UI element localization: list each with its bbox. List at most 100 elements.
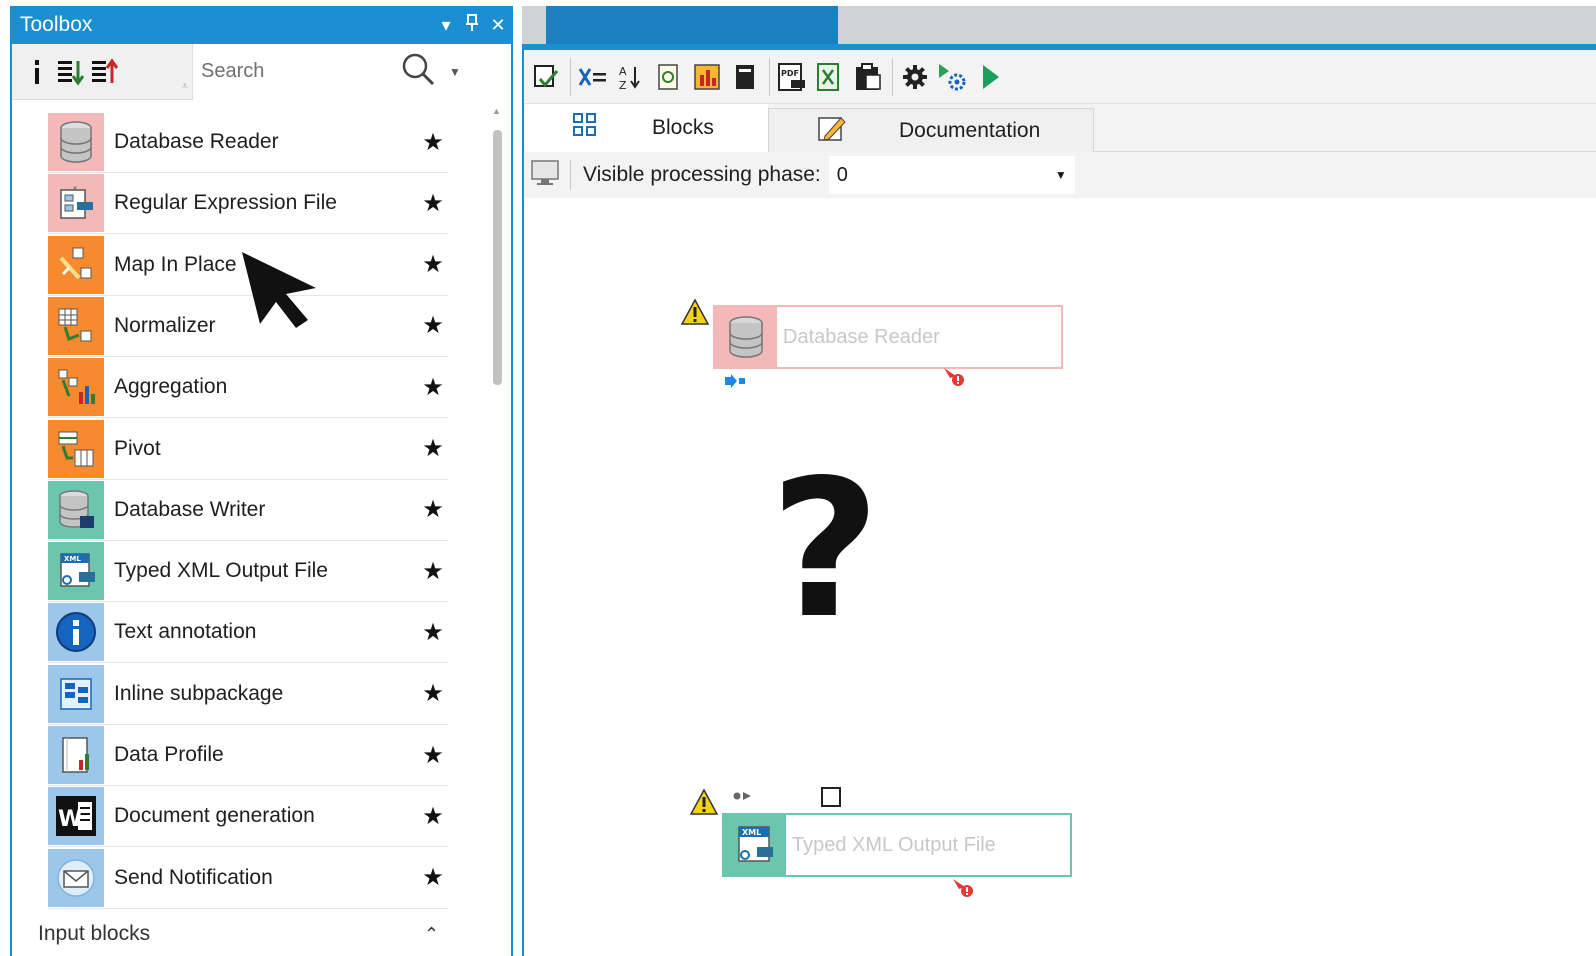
connection-input-icon[interactable]: [733, 790, 755, 802]
pencil-note-icon: [817, 114, 847, 148]
favorite-star-icon[interactable]: ★: [418, 128, 448, 157]
info-i-icon: [35, 59, 39, 84]
tab-blocks[interactable]: Blocks: [524, 104, 768, 152]
phase-select[interactable]: 0 ▼: [828, 156, 1075, 194]
toolbox-item-label: Database Writer: [114, 497, 266, 521]
phase-separator: [570, 160, 571, 190]
dropdown-arrow-icon[interactable]: ▼: [1055, 168, 1067, 182]
tab-blocks-label: Blocks: [652, 116, 714, 139]
database-reader-icon: [48, 113, 104, 171]
document-tab-strip: [522, 6, 1596, 48]
settings-button[interactable]: [899, 59, 931, 95]
favorite-star-icon[interactable]: ★: [418, 189, 448, 218]
search-options-dropdown[interactable]: ▼: [449, 65, 461, 79]
favorite-star-icon[interactable]: ★: [418, 618, 448, 647]
toolbox-item-label: Aggregation: [114, 375, 228, 399]
gear-icon: [903, 64, 927, 89]
toolbox-item-label: Regular Expression File: [114, 191, 337, 215]
favorite-star-icon[interactable]: ★: [418, 495, 448, 524]
scrollbar-thumb[interactable]: [493, 130, 502, 385]
error-output-port-icon[interactable]: [951, 877, 975, 899]
toolbox-item[interactable]: Text annotation ★: [48, 602, 448, 664]
tab-documentation[interactable]: Documentation: [768, 108, 1094, 152]
report-button[interactable]: [691, 59, 723, 95]
sort-up-icon: [92, 57, 119, 83]
search-icon[interactable]: [401, 52, 435, 91]
warning-icon[interactable]: [689, 788, 719, 816]
input-port-icon[interactable]: [724, 374, 746, 388]
favorite-star-icon[interactable]: ★: [418, 434, 448, 463]
svg-text:A: A: [619, 65, 627, 78]
regex-file-icon: *: [48, 174, 104, 233]
notebook-icon: [736, 64, 754, 89]
toolbox-item[interactable]: Database Writer ★: [48, 480, 448, 541]
canvas-block-database-reader[interactable]: Database Reader: [713, 305, 1063, 369]
toolbox-scrollbar[interactable]: ▲: [490, 106, 504, 956]
properties-button[interactable]: [653, 59, 685, 95]
toolbox-item[interactable]: Inline subpackage ★: [48, 664, 448, 725]
panel-menu-icon[interactable]: ▾: [433, 15, 459, 36]
tab-documentation-label: Documentation: [899, 118, 1041, 142]
info-button[interactable]: [20, 52, 54, 92]
validate-button[interactable]: [530, 59, 562, 95]
scroll-up-arrow-icon[interactable]: ▲: [492, 106, 501, 116]
favorite-star-icon[interactable]: ★: [418, 373, 448, 402]
toolbox-item[interactable]: Database Reader ★: [48, 112, 448, 173]
favorite-star-icon[interactable]: ★: [418, 802, 448, 831]
sort-ascending-button[interactable]: [88, 52, 122, 92]
favorite-star-icon[interactable]: ★: [418, 679, 448, 708]
toolbox-item[interactable]: Send Notification ★: [48, 848, 448, 909]
toolbox-title: Toolbox: [20, 13, 93, 36]
aggregation-icon: [48, 358, 104, 417]
run-with-settings-button[interactable]: [937, 59, 969, 95]
pivot-icon: [48, 419, 104, 478]
toolbox-item[interactable]: W Document generation ★: [48, 786, 448, 848]
toolbox-item[interactable]: Data Profile ★: [48, 725, 448, 786]
active-document-tab[interactable]: [546, 6, 838, 48]
sort-descending-button[interactable]: [54, 52, 88, 92]
close-icon[interactable]: ✕: [485, 15, 511, 36]
collapse-chevron-icon[interactable]: ⌃: [424, 924, 439, 945]
search-input[interactable]: [201, 60, 391, 83]
block-label: Typed XML Output File: [792, 833, 996, 856]
favorite-star-icon[interactable]: ★: [418, 557, 448, 586]
map-in-place-icon: [48, 235, 104, 294]
run-button[interactable]: [975, 59, 1007, 95]
monitor-icon: [530, 159, 560, 192]
bar-report-icon: [694, 63, 720, 90]
favorite-star-icon[interactable]: ★: [418, 250, 448, 279]
variables-x-icon: [578, 67, 606, 86]
paste-button[interactable]: [852, 59, 884, 95]
mouse-pointer-icon: [242, 252, 316, 328]
notes-button[interactable]: [729, 59, 761, 95]
phase-label: Visible processing phase:: [583, 163, 821, 186]
data-profile-icon: [48, 726, 104, 784]
variables-button[interactable]: [577, 59, 609, 95]
toolbox-panel: Toolbox ▾ ✕ ⩡ ▼ Database Reader ★ * Regular…: [10, 6, 513, 956]
sort-blocks-button[interactable]: AZ: [615, 59, 647, 95]
toolbox-item[interactable]: * Regular Expression File ★: [48, 173, 448, 235]
word-document-icon: W: [48, 787, 104, 846]
toolbox-item[interactable]: XML Typed XML Output File ★: [48, 541, 448, 603]
error-output-port-icon[interactable]: [942, 366, 966, 388]
phase-bar: Visible processing phase: 0 ▼: [524, 152, 1596, 198]
toolbox-item[interactable]: Pivot ★: [48, 419, 448, 480]
checkbox-icon[interactable]: [820, 786, 842, 808]
question-mark-overlay: ?: [770, 439, 881, 660]
info-icon: [48, 603, 104, 662]
group-header-input-blocks[interactable]: Input blocks: [38, 922, 150, 946]
warning-icon[interactable]: [680, 298, 710, 326]
favorite-star-icon[interactable]: ★: [418, 863, 448, 892]
favorite-star-icon[interactable]: ★: [418, 311, 448, 340]
toolbar-separator: [570, 57, 571, 96]
toolbox-item[interactable]: Aggregation ★: [48, 357, 448, 419]
play-icon: [983, 64, 999, 89]
toolbox-title-bar: Toolbox ▾ ✕: [12, 6, 511, 44]
pin-icon[interactable]: [459, 13, 485, 37]
favorite-star-icon[interactable]: ★: [418, 741, 448, 770]
pdf-icon: PDF: [778, 62, 805, 91]
export-excel-button[interactable]: [814, 59, 846, 95]
xml-output-icon: XML: [48, 542, 104, 601]
canvas-block-typed-xml-output-file[interactable]: XML Typed XML Output File: [722, 813, 1072, 877]
export-pdf-button[interactable]: PDF: [776, 59, 808, 95]
